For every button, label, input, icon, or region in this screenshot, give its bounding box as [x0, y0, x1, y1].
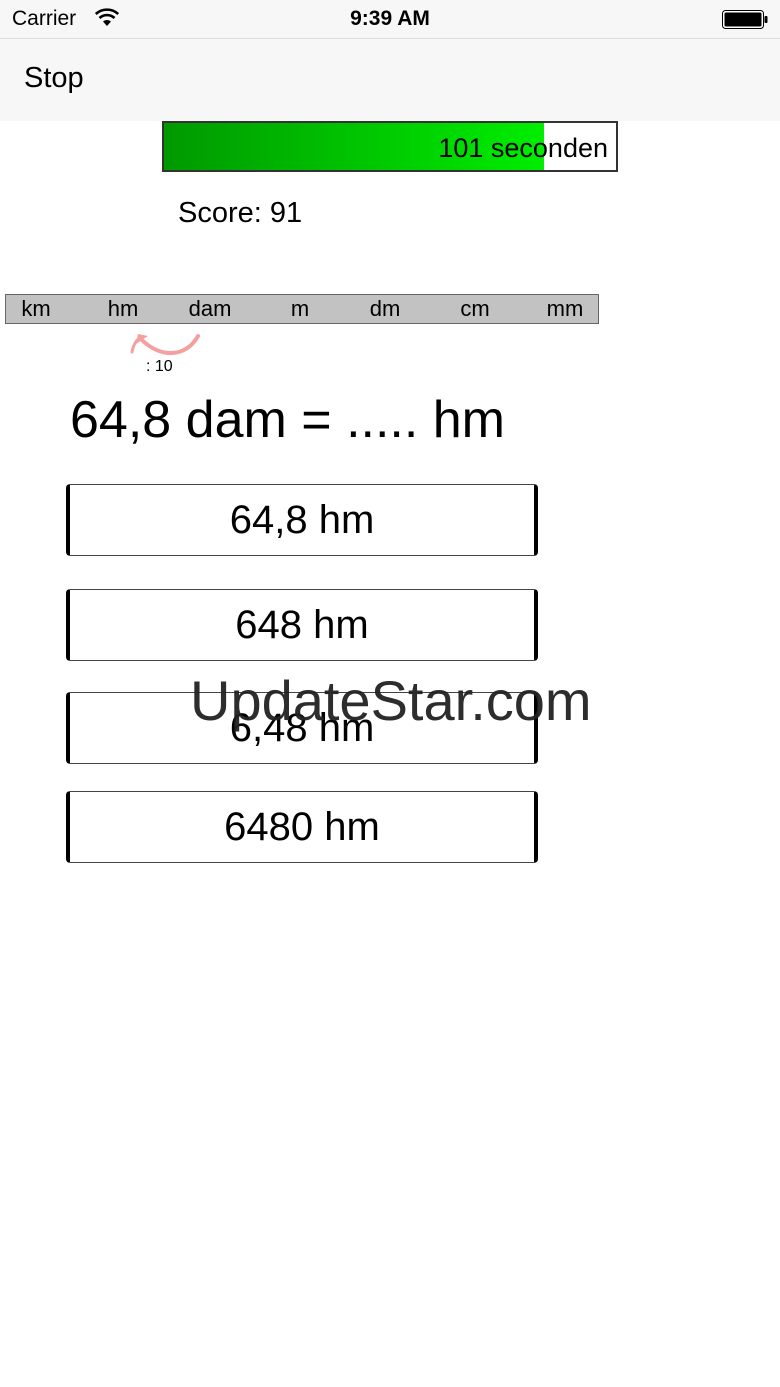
timer-text: 101 seconden — [438, 133, 608, 163]
status-bar: Carrier 9:39 AM — [0, 0, 780, 38]
battery-icon — [722, 10, 768, 29]
score-label: Score: 91 — [178, 197, 303, 229]
question-text: 64,8 dam = ..... hm — [70, 391, 505, 449]
answer-button-4[interactable]: 6480 hm — [66, 791, 538, 863]
answer-button-1[interactable]: 64,8 hm — [66, 484, 538, 556]
stop-button[interactable]: Stop — [24, 62, 84, 95]
status-time: 9:39 AM — [350, 7, 430, 30]
unit-cm: cm — [460, 296, 490, 321]
curved-arrow-icon — [130, 334, 200, 355]
unit-mm: mm — [546, 296, 584, 321]
navigation-bar: Stop — [0, 38, 780, 121]
timer-progress-bar: 101 seconden — [162, 121, 618, 172]
unit-dam: dam — [188, 296, 232, 321]
unit-strip: km hm dam m dm cm mm — [5, 294, 599, 324]
unit-dm: dm — [369, 296, 401, 321]
conversion-hint: : 10 — [146, 358, 173, 375]
unit-km: km — [21, 296, 51, 321]
answer-button-2[interactable]: 648 hm — [66, 589, 538, 661]
unit-hm: hm — [107, 296, 139, 321]
unit-m: m — [290, 296, 310, 321]
watermark: UpdateStar.com — [190, 669, 592, 732]
